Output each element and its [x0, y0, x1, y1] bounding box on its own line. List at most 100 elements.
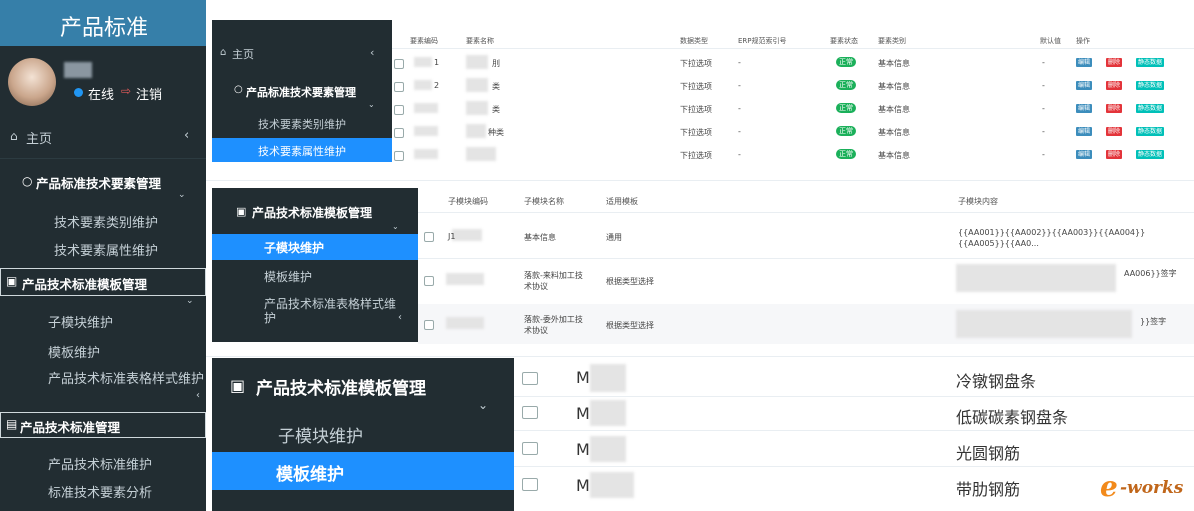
cell-default: -	[1042, 150, 1045, 159]
static-data-button[interactable]: 静态数据	[1136, 58, 1165, 67]
edit-button[interactable]: 编辑	[1076, 58, 1093, 67]
redacted-cell	[452, 229, 482, 241]
cell-type: 下拉选项	[680, 82, 712, 91]
divider	[206, 180, 1194, 181]
static-data-button[interactable]: 静态数据	[1136, 127, 1165, 136]
cell-name: 低碳碳素钢盘条	[956, 408, 1069, 427]
cell-sub-template: 根据类型选择	[606, 321, 654, 330]
delete-button[interactable]: 删除	[1106, 81, 1123, 90]
row-checkbox[interactable]	[394, 82, 404, 92]
logout-link[interactable]: 注销	[136, 84, 162, 103]
th-default: 默认值	[1040, 37, 1061, 45]
panel2-item-table-style[interactable]: 产品技术标准表格样式维护	[264, 297, 396, 325]
cell-code: 1	[434, 58, 440, 67]
panel2-section[interactable]: 产品技术标准模板管理	[252, 204, 372, 221]
sidebar-item-std-maint[interactable]: 产品技术标准维护	[48, 454, 152, 473]
home-caret-icon: ‹	[184, 128, 190, 143]
row-checkbox[interactable]	[522, 406, 538, 419]
static-data-button[interactable]: 静态数据	[1136, 81, 1165, 90]
cell-erp: -	[738, 81, 741, 90]
delete-button[interactable]: 删除	[1106, 104, 1123, 113]
panel1-home[interactable]: 主页	[232, 46, 254, 62]
status-online: 在线	[88, 88, 115, 103]
cell-default: -	[1042, 104, 1045, 113]
th-category: 要素类别	[878, 37, 906, 45]
cell-code: M	[576, 476, 590, 495]
edit-button[interactable]: 编辑	[1076, 127, 1093, 136]
cell-type: 下拉选项	[680, 151, 712, 160]
sidebar-item-std-analysis[interactable]: 标准技术要素分析	[48, 482, 152, 501]
cell-category: 基本信息	[878, 82, 910, 91]
sidebar-item-attribute[interactable]: 技术要素属性维护	[54, 240, 158, 259]
row-checkbox[interactable]	[424, 320, 434, 330]
row-checkbox[interactable]	[522, 372, 538, 385]
row-checkbox[interactable]	[424, 232, 434, 242]
panel1-item-category[interactable]: 技术要素类别维护	[258, 116, 346, 132]
avatar[interactable]	[8, 58, 56, 106]
cell-sub-content: {{AA001}}{{AA002}}{{AA003}}{{AA004}}{{AA…	[958, 228, 1146, 248]
static-data-button[interactable]: 静态数据	[1136, 150, 1165, 159]
row-checkbox[interactable]	[424, 276, 434, 286]
delete-button[interactable]: 删除	[1106, 58, 1123, 67]
cell-type: 下拉选项	[680, 59, 712, 68]
panel3-section[interactable]: 产品技术标准模板管理	[256, 374, 426, 399]
cell-category: 基本信息	[878, 59, 910, 68]
redacted-cell	[414, 103, 438, 113]
cell-name: 刖	[492, 59, 500, 68]
cell-name: 带肋钢筋	[956, 480, 1021, 499]
panel2-item-submodule: 子模块维护	[264, 241, 325, 255]
divider	[514, 466, 1194, 467]
cell-sub-template: 通用	[606, 233, 622, 242]
panel3-item-submodule[interactable]: 子模块维护	[278, 422, 363, 447]
redacted-cell	[414, 149, 438, 159]
delete-button[interactable]: 删除	[1106, 150, 1123, 159]
status-badge: 正常	[836, 80, 856, 90]
cell-default: -	[1042, 81, 1045, 90]
cell-erp: -	[738, 58, 741, 67]
chevron-down-icon: ⌄	[478, 398, 489, 412]
cell-name: 冷镦钢盘条	[956, 372, 1037, 391]
circle-icon: ○	[234, 84, 243, 95]
row-checkbox[interactable]	[522, 478, 538, 491]
sidebar-item-category[interactable]: 技术要素类别维护	[54, 212, 158, 231]
panel2-item-template[interactable]: 模板维护	[264, 268, 312, 285]
row-checkbox[interactable]	[394, 151, 404, 161]
delete-button[interactable]: 删除	[1106, 127, 1123, 136]
redacted-cell	[590, 436, 626, 462]
cell-name: 类	[492, 105, 500, 114]
row-checkbox[interactable]	[522, 442, 538, 455]
cell-type: 下拉选项	[680, 128, 712, 137]
panel1-section[interactable]: 产品标准技术要素管理	[246, 84, 356, 100]
sidebar-item-submodule[interactable]: 子模块维护	[48, 312, 113, 331]
edit-button[interactable]: 编辑	[1076, 150, 1093, 159]
cell-name: 光圆钢筋	[956, 444, 1021, 463]
divider	[0, 158, 206, 159]
redacted-cell	[590, 400, 626, 426]
chevron-down-icon: ⌄	[186, 296, 194, 306]
edit-button[interactable]: 编辑	[1076, 104, 1093, 113]
row-checkbox[interactable]	[394, 59, 404, 69]
th-code: 要素编码	[410, 37, 438, 45]
status-badge: 正常	[836, 126, 856, 136]
redacted-cell	[466, 147, 496, 161]
divider	[418, 212, 1194, 213]
redacted-cell	[414, 80, 432, 90]
cell-erp: -	[738, 150, 741, 159]
section-template-mgmt: 产品技术标准模板管理	[22, 277, 148, 292]
section-element-mgmt[interactable]: 产品标准技术要素管理	[36, 173, 161, 192]
sidebar-item-table-style[interactable]: 产品技术标准表格样式维护	[48, 372, 204, 388]
redacted-cell	[466, 78, 488, 92]
row-checkbox[interactable]	[394, 105, 404, 115]
panel3-item-template-active[interactable]	[212, 452, 514, 490]
th-type: 数据类型	[680, 37, 708, 45]
static-data-button[interactable]: 静态数据	[1136, 104, 1165, 113]
redacted-cell	[414, 57, 432, 67]
chevron-down-icon: ⌄	[178, 190, 186, 200]
edit-button[interactable]: 编辑	[1076, 81, 1093, 90]
sidebar-item-template[interactable]: 模板维护	[48, 342, 100, 361]
home-icon: ⌂	[10, 129, 18, 143]
cell-code: 2	[434, 81, 440, 90]
row-checkbox[interactable]	[394, 128, 404, 138]
divider	[418, 258, 1194, 259]
cell-sub-content: }}签字	[1140, 317, 1167, 326]
